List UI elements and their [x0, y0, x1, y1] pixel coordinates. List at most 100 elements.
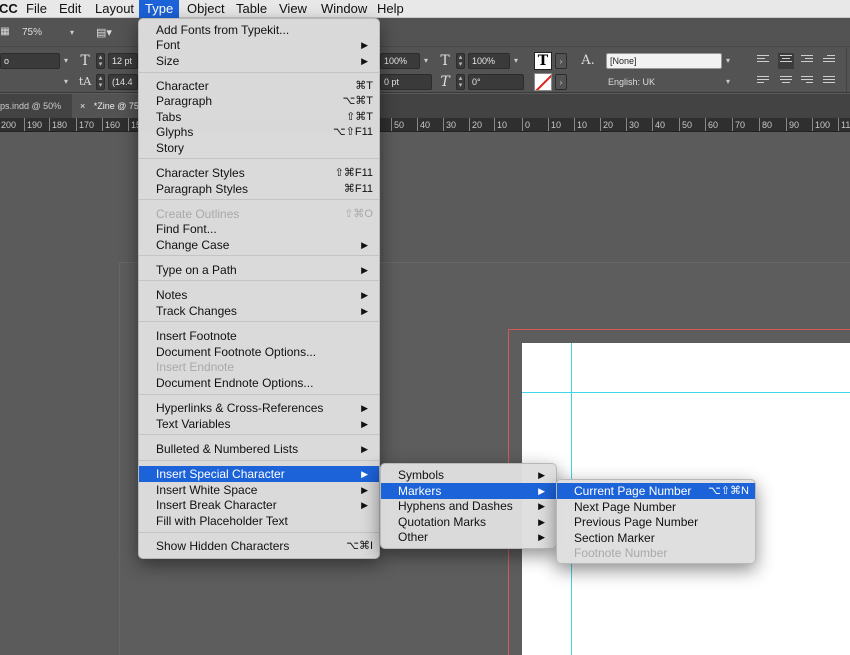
horizontal-scale-stepper[interactable]: ▴ ▾ — [456, 53, 465, 69]
menu-table[interactable]: Table — [230, 0, 273, 18]
type-menu-item-tabs[interactable]: Tabs ⇧⌘T — [139, 109, 379, 125]
type-menu-item-document-footnote-options[interactable]: Document Footnote Options... — [139, 344, 379, 360]
zoom-dropdown-icon[interactable]: ▾ — [66, 25, 78, 41]
special-char-item-markers[interactable]: Markers ▶ — [381, 483, 556, 499]
menu-item-label: Insert Break Character — [156, 498, 277, 512]
stroke-none-swatch[interactable] — [534, 73, 552, 91]
language-field[interactable]: English: UK — [608, 77, 655, 87]
type-menu-item-type-on-a-path[interactable]: Type on a Path ▶ — [139, 262, 379, 278]
type-menu-item-hyperlinks-cross-references[interactable]: Hyperlinks & Cross-References ▶ — [139, 400, 379, 416]
menu-view[interactable]: View — [273, 0, 313, 18]
menu-item-label: Paragraph — [156, 94, 213, 108]
zoom-level[interactable]: 75% — [22, 27, 42, 38]
type-menu-item-add-fonts-from-typekit[interactable]: Add Fonts from Typekit... — [139, 22, 379, 38]
markers-item-section-marker[interactable]: Section Marker — [557, 530, 755, 546]
menu-edit[interactable]: Edit — [53, 0, 87, 18]
horizontal-scale-field[interactable]: 100% — [468, 53, 510, 69]
character-style-dropdown-icon[interactable]: ▾ — [722, 53, 734, 69]
type-menu-item-notes[interactable]: Notes ▶ — [139, 287, 379, 303]
fill-swatch-arrow-icon[interactable]: › — [555, 53, 567, 69]
justify-all-icon[interactable] — [823, 76, 835, 88]
align-left-icon[interactable] — [757, 55, 769, 67]
menu-type[interactable]: Type — [139, 0, 180, 18]
menu-item-label: Insert White Space — [156, 483, 258, 497]
justify-center-icon[interactable] — [780, 76, 792, 88]
align-towards-spine-icon[interactable] — [823, 55, 835, 67]
align-center-icon[interactable] — [778, 53, 794, 69]
menu-item-label: Bulleted & Numbered Lists — [156, 442, 299, 456]
special-char-item-quotation-marks[interactable]: Quotation Marks ▶ — [381, 514, 556, 530]
type-menu-item-paragraph[interactable]: Paragraph ⌥⌘T — [139, 93, 379, 109]
menu-separator — [139, 460, 379, 461]
align-right-icon[interactable] — [801, 55, 813, 67]
fill-text-swatch[interactable]: T — [534, 52, 552, 70]
menu-item-label: Insert Endnote — [156, 360, 235, 374]
stroke-swatch-arrow-icon[interactable]: › — [555, 74, 567, 90]
language-dropdown-icon[interactable]: ▾ — [722, 74, 734, 90]
submenu-arrow-icon: ▶ — [361, 240, 368, 250]
type-menu-item-paragraph-styles[interactable]: Paragraph Styles ⌘F11 — [139, 181, 379, 197]
menu-help[interactable]: Help — [371, 0, 410, 18]
submenu-arrow-icon: ▶ — [361, 500, 368, 510]
baseline-shift-field[interactable]: 0 pt — [380, 74, 432, 90]
type-menu-item-track-changes[interactable]: Track Changes ▶ — [139, 303, 379, 319]
horizontal-guide[interactable] — [522, 392, 850, 393]
font-size-stepper[interactable]: ▴ ▾ — [96, 53, 105, 69]
horizontal-scale-dropdown-icon[interactable]: ▾ — [510, 53, 522, 69]
markers-item-next-page-number[interactable]: Next Page Number — [557, 499, 755, 515]
special-char-item-symbols[interactable]: Symbols ▶ — [381, 467, 556, 483]
type-menu-item-document-endnote-options[interactable]: Document Endnote Options... — [139, 375, 379, 391]
menu-layout[interactable]: Layout — [89, 0, 140, 18]
justify-left-icon[interactable] — [757, 76, 769, 88]
menu-file[interactable]: File — [20, 0, 53, 18]
skew-stepper[interactable]: ▴ ▾ — [456, 74, 465, 90]
type-menu-item-change-case[interactable]: Change Case ▶ — [139, 237, 379, 253]
tab-ps-indd[interactable]: ps.indd @ 50% — [0, 94, 69, 118]
type-menu-item-size[interactable]: Size ▶ — [139, 53, 379, 69]
type-menu-item-glyphs[interactable]: Glyphs ⌥⇧F11 — [139, 124, 379, 140]
leading-field[interactable]: (14.4 — [108, 74, 138, 90]
type-menu-item-insert-break-character[interactable]: Insert Break Character ▶ — [139, 497, 379, 513]
ruler-tick-label: 30 — [443, 118, 456, 131]
view-grid-icon[interactable]: ▦ — [0, 24, 10, 40]
character-style-field[interactable]: [None] — [606, 53, 722, 69]
vertical-scale-field[interactable]: 100% — [380, 53, 420, 69]
type-menu-item-character[interactable]: Character ⌘T — [139, 78, 379, 94]
ruler-tick-label: 160 — [102, 118, 120, 131]
justify-right-icon[interactable] — [801, 76, 813, 88]
type-menu-item-insert-footnote[interactable]: Insert Footnote — [139, 328, 379, 344]
type-menu-item-show-hidden-characters[interactable]: Show Hidden Characters ⌥⌘I — [139, 538, 379, 554]
markers-item-current-page-number[interactable]: Current Page Number ⌥⇧⌘N — [557, 483, 755, 499]
skew-field[interactable]: 0° — [468, 74, 524, 90]
screen-mode-icon[interactable]: ▤▾ — [94, 25, 114, 41]
special-char-item-hyphens-and-dashes[interactable]: Hyphens and Dashes ▶ — [381, 498, 556, 514]
menu-window[interactable]: Window — [315, 0, 373, 18]
font-size-field[interactable]: 12 pt — [108, 53, 138, 69]
submenu-arrow-icon: ▶ — [361, 403, 368, 413]
horizontal-ruler[interactable]: 200 190 180 170 160 15 50 40 30 20 10 0 10 20 30 40 50 60… — [0, 118, 850, 132]
leading-stepper[interactable]: ▴ ▾ — [96, 74, 105, 90]
type-menu-item-fill-with-placeholder-text[interactable]: Fill with Placeholder Text — [139, 513, 379, 529]
type-menu-item-find-font[interactable]: Find Font... — [139, 221, 379, 237]
type-menu-item-insert-white-space[interactable]: Insert White Space ▶ — [139, 482, 379, 498]
menu-item-label: Story — [156, 141, 185, 155]
font-family-field[interactable]: o — [0, 53, 60, 69]
markers-item-previous-page-number[interactable]: Previous Page Number — [557, 514, 755, 530]
menu-item-label: Track Changes — [156, 304, 237, 318]
vertical-scale-dropdown-icon[interactable]: ▾ — [420, 53, 432, 69]
submenu-arrow-icon: ▶ — [361, 469, 368, 479]
type-menu-item-character-styles[interactable]: Character Styles ⇧⌘F11 — [139, 165, 379, 181]
tab-close-icon[interactable]: × — [80, 101, 85, 111]
app-menu[interactable]: CC — [0, 0, 20, 18]
type-menu-item-bulleted-numbered-lists[interactable]: Bulleted & Numbered Lists ▶ — [139, 441, 379, 457]
type-menu-item-story[interactable]: Story — [139, 140, 379, 156]
font-style-dropdown-icon[interactable]: ▾ — [60, 74, 72, 90]
menu-item-label: Footnote Number — [574, 546, 668, 560]
menu-item-label: Symbols — [398, 468, 445, 482]
type-menu-item-font[interactable]: Font ▶ — [139, 37, 379, 53]
font-family-dropdown-icon[interactable]: ▾ — [60, 53, 72, 69]
type-menu-item-insert-special-character[interactable]: Insert Special Character ▶ — [139, 466, 379, 482]
menu-object[interactable]: Object — [181, 0, 231, 18]
special-char-item-other[interactable]: Other ▶ — [381, 529, 556, 545]
type-menu-item-text-variables[interactable]: Text Variables ▶ — [139, 416, 379, 432]
